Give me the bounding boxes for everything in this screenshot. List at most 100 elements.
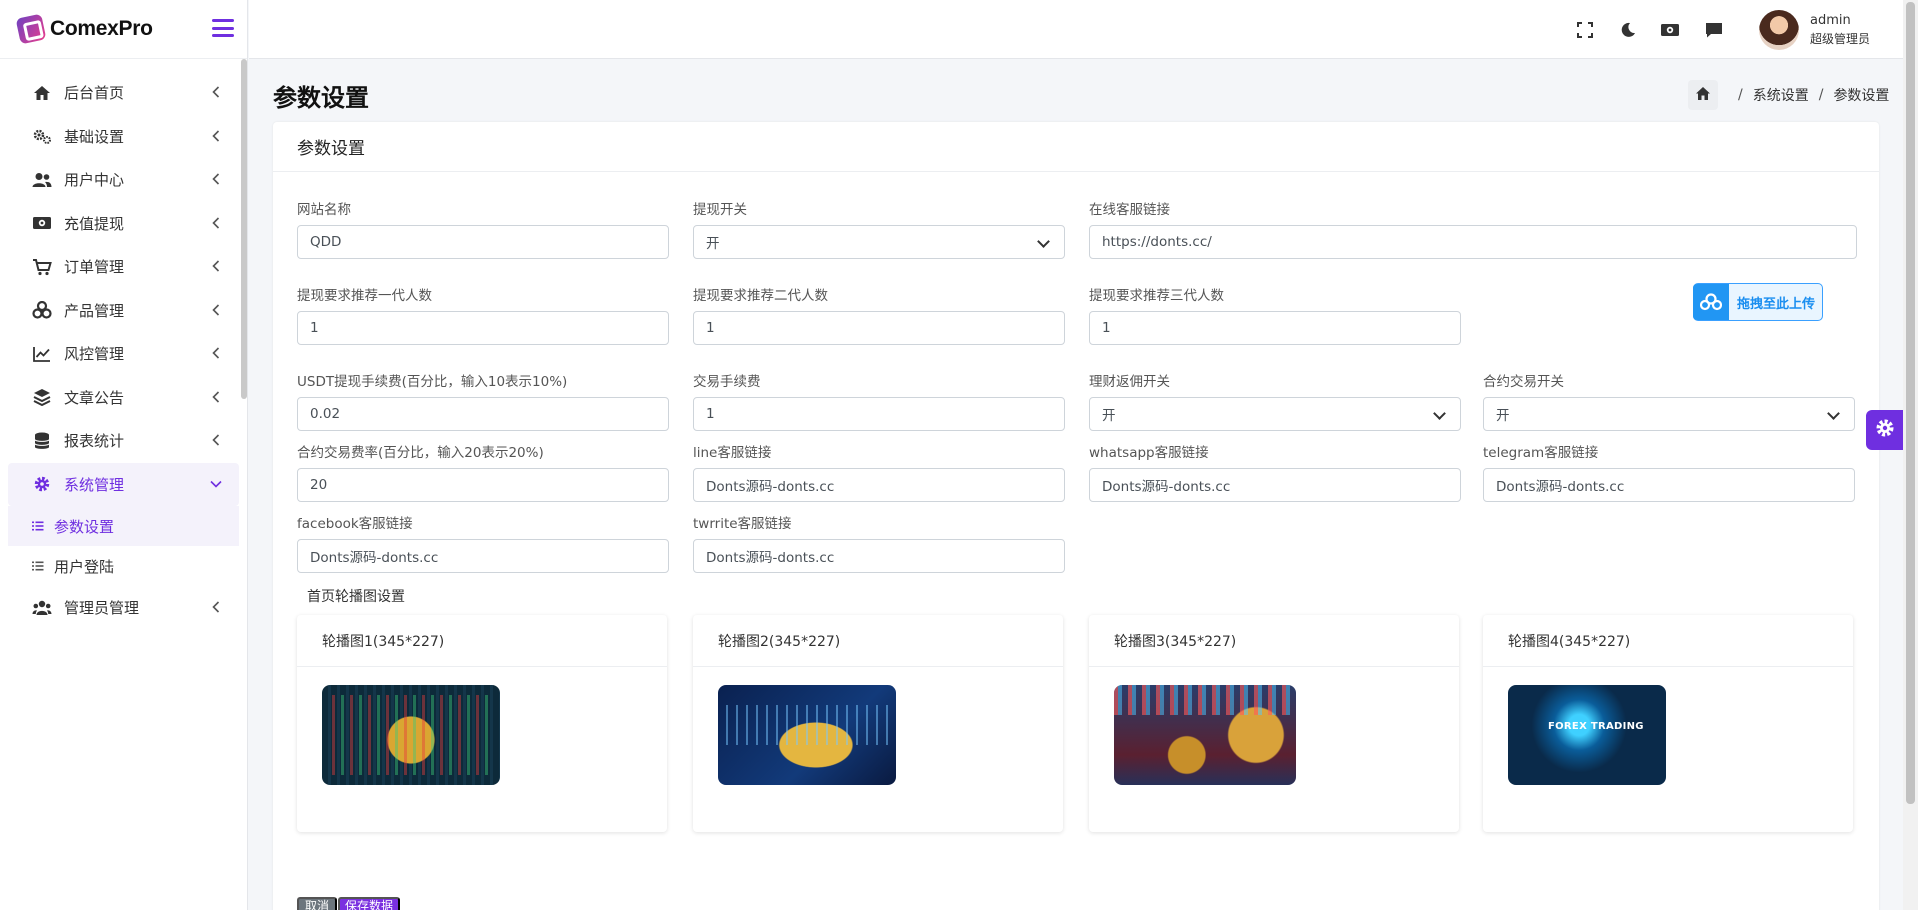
brand[interactable]: ComexPro <box>0 0 247 59</box>
sidebar-item-label: 充值提现 <box>64 214 125 233</box>
chevron-left-icon <box>209 216 223 230</box>
banner-card-3: 轮播图3(345*227) <box>1089 615 1459 832</box>
trade-fee-input[interactable]: 1 <box>693 397 1065 431</box>
line-label: line客服链接 <box>693 445 772 461</box>
ref3-input[interactable]: 1 <box>1089 311 1461 345</box>
sidebar-item-user-center[interactable]: 用户中心 <box>8 158 239 202</box>
list-icon <box>32 521 46 531</box>
message-icon[interactable] <box>1704 20 1724 40</box>
banner-card-1: 轮播图1(345*227) <box>297 615 667 832</box>
page-scrollbar[interactable] <box>1903 0 1918 910</box>
banner-image-bitcoin[interactable] <box>322 685 500 785</box>
avatar[interactable] <box>1759 10 1799 50</box>
sidebar-item-home[interactable]: 后台首页 <box>8 71 239 115</box>
sidebar-item-risk-control[interactable]: 风控管理 <box>8 332 239 376</box>
banner-image-text: FOREX TRADING <box>1548 721 1644 732</box>
sidebar-item-recharge-withdraw[interactable]: 充值提现 <box>8 202 239 246</box>
breadcrumb-current: 参数设置 <box>1833 88 1890 104</box>
telegram-input[interactable]: Donts源码-donts.cc <box>1483 468 1855 502</box>
sidebar-item-label: 系统管理 <box>64 475 125 494</box>
gear-icon <box>32 474 52 494</box>
breadcrumb: / 系统设置 / 参数设置 <box>1688 80 1889 110</box>
line-input[interactable]: Donts源码-donts.cc <box>693 468 1065 502</box>
page-scrollbar-thumb[interactable] <box>1906 2 1915 804</box>
chevron-left-icon <box>209 600 223 614</box>
sidebar-subitem-label: 用户登陆 <box>54 557 115 576</box>
breadcrumb-home-link[interactable] <box>1688 80 1718 110</box>
contract-rate-label: 合约交易费率(百分比，输入20表示20%) <box>297 445 544 461</box>
user-group-icon <box>32 598 52 618</box>
chevron-left-icon <box>209 259 223 273</box>
site-name-label: 网站名称 <box>297 202 351 218</box>
sidebar-item-admin-management[interactable]: 管理员管理 <box>8 586 239 630</box>
sidebar-item-label: 管理员管理 <box>64 599 140 618</box>
sidebar-item-products[interactable]: 产品管理 <box>8 289 239 333</box>
twitter-input[interactable]: Donts源码-donts.cc <box>693 539 1065 573</box>
facebook-input[interactable]: Donts源码-donts.cc <box>297 539 669 573</box>
contract-rate-input[interactable]: 20 <box>297 468 669 502</box>
online-service-input[interactable]: https://donts.cc/ <box>1089 225 1857 259</box>
sidebar-item-reports[interactable]: 报表统计 <box>8 419 239 463</box>
withdraw-switch-label: 提现开关 <box>693 202 747 218</box>
banner-card-title: 轮播图3(345*227) <box>1089 615 1459 667</box>
banner-section-title: 首页轮播图设置 <box>307 589 405 605</box>
twitter-label: twrrite客服链接 <box>693 516 792 532</box>
usdt-fee-label: USDT提现手续费(百分比，输入10表示10%) <box>297 374 568 390</box>
cancel-button[interactable]: 取消 <box>297 897 337 910</box>
user-name[interactable]: admin <box>1810 13 1851 28</box>
breadcrumb-separator: / <box>1818 87 1824 103</box>
ref1-input[interactable]: 1 <box>297 311 669 345</box>
ref2-label: 提现要求推荐二代人数 <box>693 288 828 304</box>
layers-icon <box>32 387 52 407</box>
cubes-icon <box>32 300 52 320</box>
sidebar-subitem-user-login[interactable]: 用户登陆 <box>8 546 239 586</box>
contract-switch-label: 合约交易开关 <box>1483 374 1564 390</box>
sidebar-item-system[interactable]: 系统管理 <box>8 462 239 506</box>
chevron-left-icon <box>209 303 223 317</box>
sidebar-subitem-label: 参数设置 <box>54 517 115 536</box>
sidebar: ComexPro 后台首页 基础设置 用户中心 充值提现 订单管理 产品管理 风… <box>0 0 248 910</box>
upload-dropzone-button[interactable]: 拖拽至此上传 <box>1693 283 1823 321</box>
fullscreen-icon[interactable] <box>1575 20 1595 40</box>
save-button[interactable]: 保存数据 <box>338 897 400 910</box>
banner-image-gold[interactable] <box>718 685 896 785</box>
breadcrumb-system-settings[interactable]: 系统设置 <box>1753 85 1809 105</box>
banner-card-2: 轮播图2(345*227) <box>693 615 1063 832</box>
sidebar-item-label: 用户中心 <box>64 171 125 190</box>
site-name-input[interactable]: QDD <box>297 225 669 259</box>
whatsapp-input[interactable]: Donts源码-donts.cc <box>1089 468 1461 502</box>
ref2-input[interactable]: 1 <box>693 311 1065 345</box>
sidebar-item-orders[interactable]: 订单管理 <box>8 245 239 289</box>
ref1-label: 提现要求推荐一代人数 <box>297 288 432 304</box>
sidebar-item-label: 风控管理 <box>64 345 125 364</box>
withdraw-switch-select[interactable]: 开 <box>693 225 1065 259</box>
contract-switch-select[interactable]: 开 <box>1483 397 1855 431</box>
finance-rebate-select[interactable]: 开 <box>1089 397 1461 431</box>
menu-toggle-button[interactable] <box>212 19 234 37</box>
moon-icon[interactable] <box>1618 20 1638 40</box>
ref3-label: 提现要求推荐三代人数 <box>1089 288 1224 304</box>
facebook-label: facebook客服链接 <box>297 516 413 532</box>
list-icon <box>32 561 46 571</box>
sidebar-item-label: 产品管理 <box>64 301 125 320</box>
settings-fab-button[interactable] <box>1866 410 1903 450</box>
sidebar-item-basic-settings[interactable]: 基础设置 <box>8 115 239 159</box>
money-icon[interactable] <box>1660 20 1680 40</box>
chevron-down-icon <box>209 477 223 491</box>
brand-name: ComexPro <box>50 17 153 40</box>
sidebar-subitem-params[interactable]: 参数设置 <box>8 506 239 546</box>
banner-image-coins[interactable] <box>1114 685 1296 785</box>
banner-card-title: 轮播图1(345*227) <box>297 615 667 667</box>
sidebar-item-label: 基础设置 <box>64 127 125 146</box>
banner-image-forex[interactable]: FOREX TRADING <box>1508 685 1666 785</box>
online-service-label: 在线客服链接 <box>1089 202 1170 218</box>
whatsapp-label: whatsapp客服链接 <box>1089 445 1209 461</box>
sidebar-item-articles[interactable]: 文章公告 <box>8 376 239 420</box>
usdt-fee-input[interactable]: 0.02 <box>297 397 669 431</box>
users-icon <box>32 170 52 190</box>
chevron-left-icon <box>209 129 223 143</box>
sidebar-item-label: 报表统计 <box>64 432 125 451</box>
cloud-upload-icon <box>1693 284 1729 320</box>
sidebar-scrollbar[interactable] <box>241 59 247 399</box>
home-icon <box>1695 86 1711 105</box>
